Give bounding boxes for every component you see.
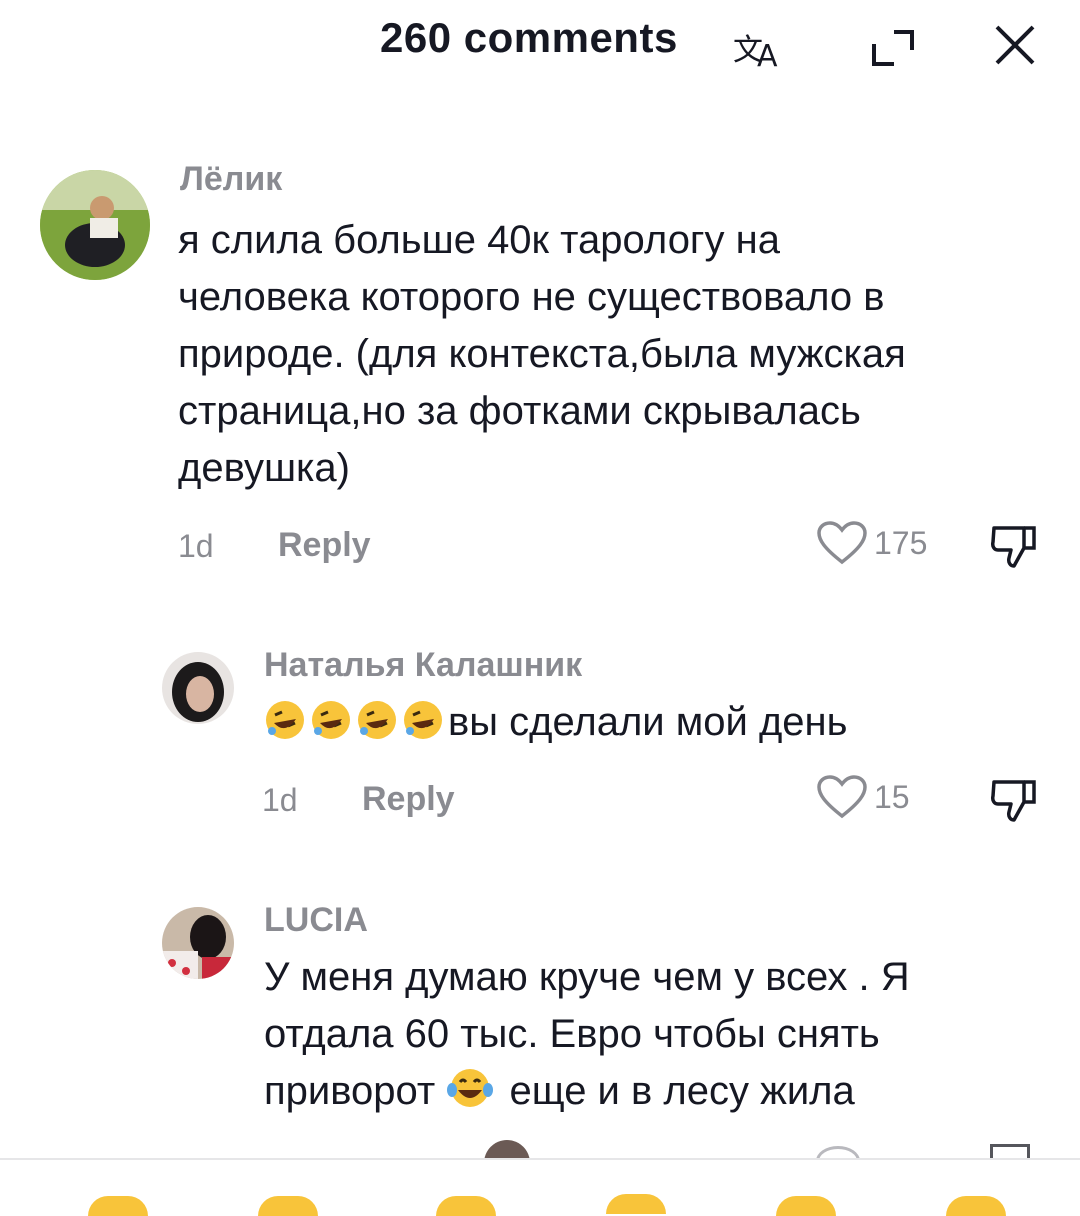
dislike-button[interactable] [988, 522, 1042, 575]
comment-timestamp: 1d [178, 528, 214, 564]
comments-header: 260 comments 文 A [0, 0, 1080, 90]
comment-text-line: приворот еще и в лесу жила [264, 1063, 1064, 1120]
comment-text-line: вы сделали мой день [448, 700, 848, 744]
reply-comment-item: Наталья Калашник вы сделали мой день 1d … [0, 640, 1080, 840]
avatar[interactable] [40, 170, 150, 280]
comments-count-title: 260 comments [380, 14, 678, 61]
rofl-emoji [402, 699, 444, 741]
comment-text: вы сделали мой день [264, 694, 1064, 751]
translate-icon[interactable]: 文 A [731, 22, 787, 74]
comment-text-line: я слила больше 40к тарологу на [178, 218, 780, 262]
comment-timestamp: 1d [262, 782, 298, 818]
comment-username[interactable]: LUCIA [264, 901, 368, 940]
heart-icon [817, 775, 867, 819]
rofl-emoji [264, 699, 306, 741]
reaction-emoji-peek[interactable] [258, 1196, 318, 1216]
rofl-emoji [310, 699, 352, 741]
comment-text-line: страница,но за фотками скрывалась [178, 389, 861, 433]
avatar[interactable] [162, 907, 234, 979]
reaction-emoji-peek[interactable] [606, 1194, 666, 1214]
heart-icon [817, 521, 867, 565]
reaction-emoji-peek[interactable] [436, 1196, 496, 1216]
comment-text-line: У меня думаю круче чем у всех . Я [264, 955, 910, 999]
comment-username[interactable]: Наталья Калашник [264, 646, 582, 685]
reaction-emoji-peek[interactable] [88, 1196, 148, 1216]
like-count: 15 [874, 778, 910, 815]
comment-text-line: отдала 60 тыс. Евро чтобы снять [264, 1012, 880, 1056]
like-button[interactable]: 175 [816, 520, 927, 566]
comment-text: У меня думаю круче чем у всех . Я отдала… [264, 949, 1064, 1120]
reaction-emoji-peek[interactable] [946, 1196, 1006, 1216]
avatar [484, 1140, 530, 1160]
rofl-emoji [356, 699, 398, 741]
emoji-reaction-bar [0, 1158, 1080, 1216]
dislike-button[interactable] [988, 776, 1042, 829]
close-icon[interactable] [988, 22, 1044, 72]
comment-username[interactable]: Лёлик [180, 160, 282, 199]
reply-comment-item: LUCIA У меня думаю круче чем у всех . Я … [0, 895, 1080, 1155]
joy-emoji [446, 1066, 494, 1110]
thumbs-down-icon [991, 526, 1036, 568]
comment-text-line: человека которого не существовало в [178, 275, 885, 319]
next-row-peek [0, 1140, 1080, 1160]
svg-text:A: A [757, 39, 778, 72]
comment-text-segment: еще и в лесу жила [509, 1069, 855, 1113]
like-count: 175 [874, 524, 928, 561]
comment-text-line: природе. (для контекста,была мужская [178, 332, 906, 376]
reply-button[interactable]: Reply [278, 526, 371, 565]
comment-text-line: девушка) [178, 446, 350, 490]
comment-item: Лёлик я слила больше 40к тарологу на чел… [0, 150, 1080, 590]
expand-icon[interactable] [866, 22, 922, 72]
reply-button[interactable]: Reply [362, 780, 455, 819]
reaction-emoji-peek[interactable] [776, 1196, 836, 1216]
avatar[interactable] [162, 652, 234, 724]
thumbs-down-icon [991, 780, 1036, 822]
comment-text: я слила больше 40к тарологу на человека … [178, 212, 1058, 497]
comment-text-segment: приворот [264, 1069, 436, 1113]
like-button[interactable]: 15 [816, 774, 910, 820]
